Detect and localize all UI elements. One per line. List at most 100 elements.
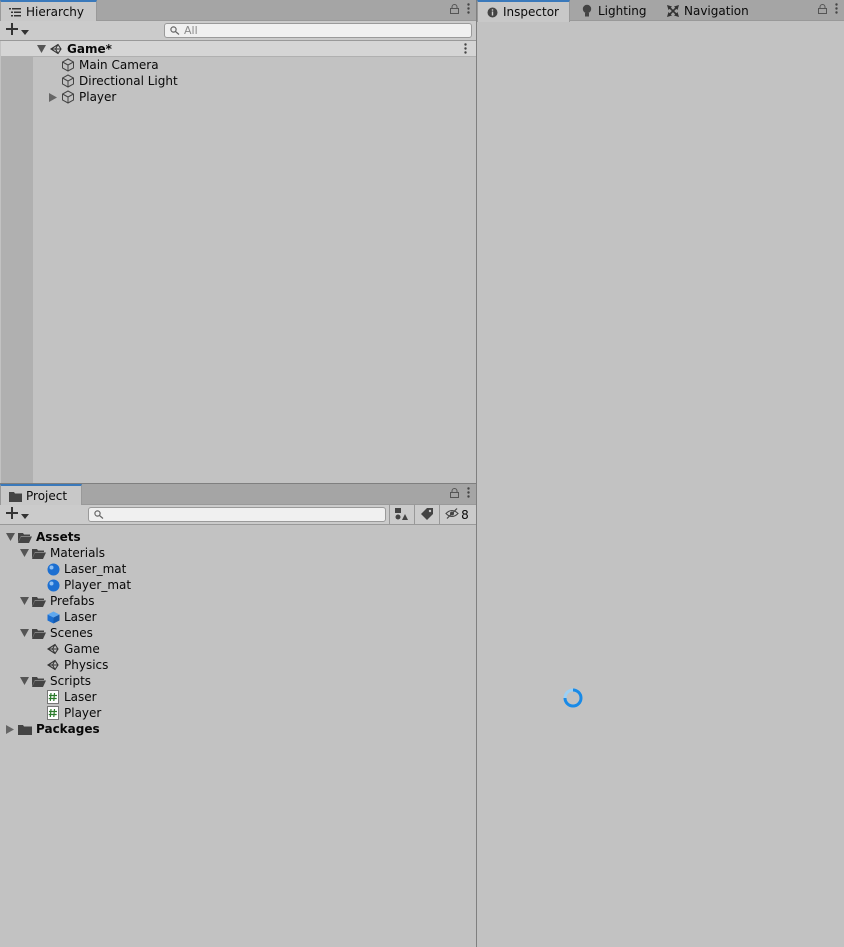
tab-navigation[interactable]: Navigation xyxy=(659,0,757,21)
prefab-cube-icon xyxy=(46,610,60,624)
tree-item-scenes[interactable]: Scenes xyxy=(18,625,93,641)
create-button[interactable] xyxy=(6,22,36,39)
shapes-icon xyxy=(395,507,408,523)
plus-icon xyxy=(6,23,18,38)
kebab-menu-icon[interactable] xyxy=(835,3,838,17)
hierarchy-tabbar: Hierarchy xyxy=(0,0,476,22)
expand-arrow-icon[interactable] xyxy=(35,43,47,55)
tree-item-label: Player xyxy=(64,706,102,720)
collapsed-arrow-icon[interactable] xyxy=(47,91,59,103)
expand-arrow-icon[interactable] xyxy=(18,627,30,639)
open-folder-icon xyxy=(32,626,46,640)
gameobject-cube-icon xyxy=(61,90,75,104)
hierarchy-item-label: Directional Light xyxy=(79,74,178,88)
tree-item-materials[interactable]: Materials xyxy=(18,545,105,561)
open-folder-icon xyxy=(32,674,46,688)
hidden-packages-toggle[interactable]: 8 xyxy=(439,505,474,525)
tree-item-scripts[interactable]: Scripts xyxy=(18,673,91,689)
tree-item-label: Scenes xyxy=(50,626,93,640)
project-panel: Project 8 Assets Materials Laser_mat Pla… xyxy=(0,484,476,947)
tree-item-physics-scene[interactable]: Physics xyxy=(46,657,108,673)
hidden-count: 8 xyxy=(461,508,469,522)
tab-label: Lighting xyxy=(598,3,647,18)
expand-arrow-icon[interactable] xyxy=(18,675,30,687)
hierarchy-item-player[interactable]: Player xyxy=(47,89,116,105)
search-by-type-button[interactable] xyxy=(389,505,413,525)
kebab-menu-icon[interactable] xyxy=(467,3,470,17)
open-folder-icon xyxy=(32,546,46,560)
expand-arrow-icon[interactable] xyxy=(18,595,30,607)
csharp-script-icon xyxy=(46,706,60,720)
search-icon xyxy=(94,510,104,519)
inspector-tabbar: Inspector Lighting Navigation xyxy=(477,0,844,22)
eye-slash-icon xyxy=(445,508,459,522)
hierarchy-item-label: Player xyxy=(79,90,117,104)
tab-lighting[interactable]: Lighting xyxy=(573,0,655,21)
scene-name: Game* xyxy=(67,42,112,56)
tab-project[interactable]: Project xyxy=(0,484,82,506)
material-sphere-icon xyxy=(46,578,60,592)
gameobject-cube-icon xyxy=(61,58,75,72)
tree-item-prefabs[interactable]: Prefabs xyxy=(18,593,95,609)
project-search-input[interactable] xyxy=(88,507,386,522)
unity-scene-icon xyxy=(49,42,63,56)
hierarchy-item-directional-light[interactable]: Directional Light xyxy=(61,73,178,89)
tree-item-packages[interactable]: Packages xyxy=(4,721,100,737)
open-folder-icon xyxy=(18,530,32,544)
list-icon xyxy=(8,5,22,19)
lock-icon[interactable] xyxy=(450,3,459,17)
tree-item-label: Player_mat xyxy=(64,578,132,592)
folder-icon xyxy=(18,722,32,736)
folder-icon xyxy=(8,489,22,503)
expand-arrow-icon[interactable] xyxy=(4,531,16,543)
kebab-menu-icon[interactable] xyxy=(467,487,470,501)
search-icon xyxy=(170,26,180,35)
navigation-icon xyxy=(666,4,680,18)
project-toolbar: 8 xyxy=(0,505,476,525)
dropdown-arrow-icon xyxy=(21,24,29,38)
search-by-label-button[interactable] xyxy=(414,505,438,525)
tree-item-label: Scripts xyxy=(50,674,92,688)
tree-item-label: Assets xyxy=(36,530,81,544)
scene-kebab-menu-icon[interactable] xyxy=(464,43,467,57)
unity-scene-icon xyxy=(46,658,60,672)
info-icon xyxy=(485,5,499,19)
hierarchy-toolbar: All xyxy=(0,21,476,41)
expand-arrow-icon[interactable] xyxy=(18,547,30,559)
tree-item-laser-script[interactable]: Laser xyxy=(46,689,97,705)
tab-hierarchy[interactable]: Hierarchy xyxy=(0,0,97,22)
tree-item-label: Laser_mat xyxy=(64,562,127,576)
tree-item-label: Game xyxy=(64,642,100,656)
tree-item-label: Physics xyxy=(64,658,109,672)
lock-icon[interactable] xyxy=(818,3,827,17)
tree-item-label: Laser xyxy=(64,690,97,704)
hierarchy-search-input[interactable]: All xyxy=(164,23,472,38)
hierarchy-gutter xyxy=(1,57,33,483)
tree-item-assets[interactable]: Assets xyxy=(4,529,81,545)
tree-item-player-script[interactable]: Player xyxy=(46,705,101,721)
lock-icon[interactable] xyxy=(450,487,459,501)
inspector-panel: Inspector Lighting Navigation xyxy=(477,0,844,947)
open-folder-icon xyxy=(32,594,46,608)
tab-label: Navigation xyxy=(684,3,749,18)
tab-inspector[interactable]: Inspector xyxy=(477,0,570,22)
tree-item-laser-mat[interactable]: Laser_mat xyxy=(46,561,126,577)
scene-header-row[interactable]: Game* xyxy=(1,41,476,57)
collapsed-arrow-icon[interactable] xyxy=(4,723,16,735)
project-tabbar: Project xyxy=(0,484,476,506)
tab-label: Hierarchy xyxy=(26,5,85,19)
dropdown-arrow-icon xyxy=(21,508,29,522)
lightbulb-icon xyxy=(580,4,594,18)
tree-item-laser-prefab[interactable]: Laser xyxy=(46,609,97,625)
tag-icon xyxy=(420,507,433,523)
plus-icon xyxy=(6,507,18,522)
tree-item-player-mat[interactable]: Player_mat xyxy=(46,577,131,593)
hierarchy-item-main-camera[interactable]: Main Camera xyxy=(61,57,159,73)
create-asset-button[interactable] xyxy=(6,506,36,523)
loading-spinner-icon xyxy=(562,687,584,709)
search-placeholder: All xyxy=(184,24,198,37)
hierarchy-item-label: Main Camera xyxy=(79,58,159,72)
tree-item-game-scene[interactable]: Game xyxy=(46,641,100,657)
gameobject-cube-icon xyxy=(61,74,75,88)
csharp-script-icon xyxy=(46,690,60,704)
